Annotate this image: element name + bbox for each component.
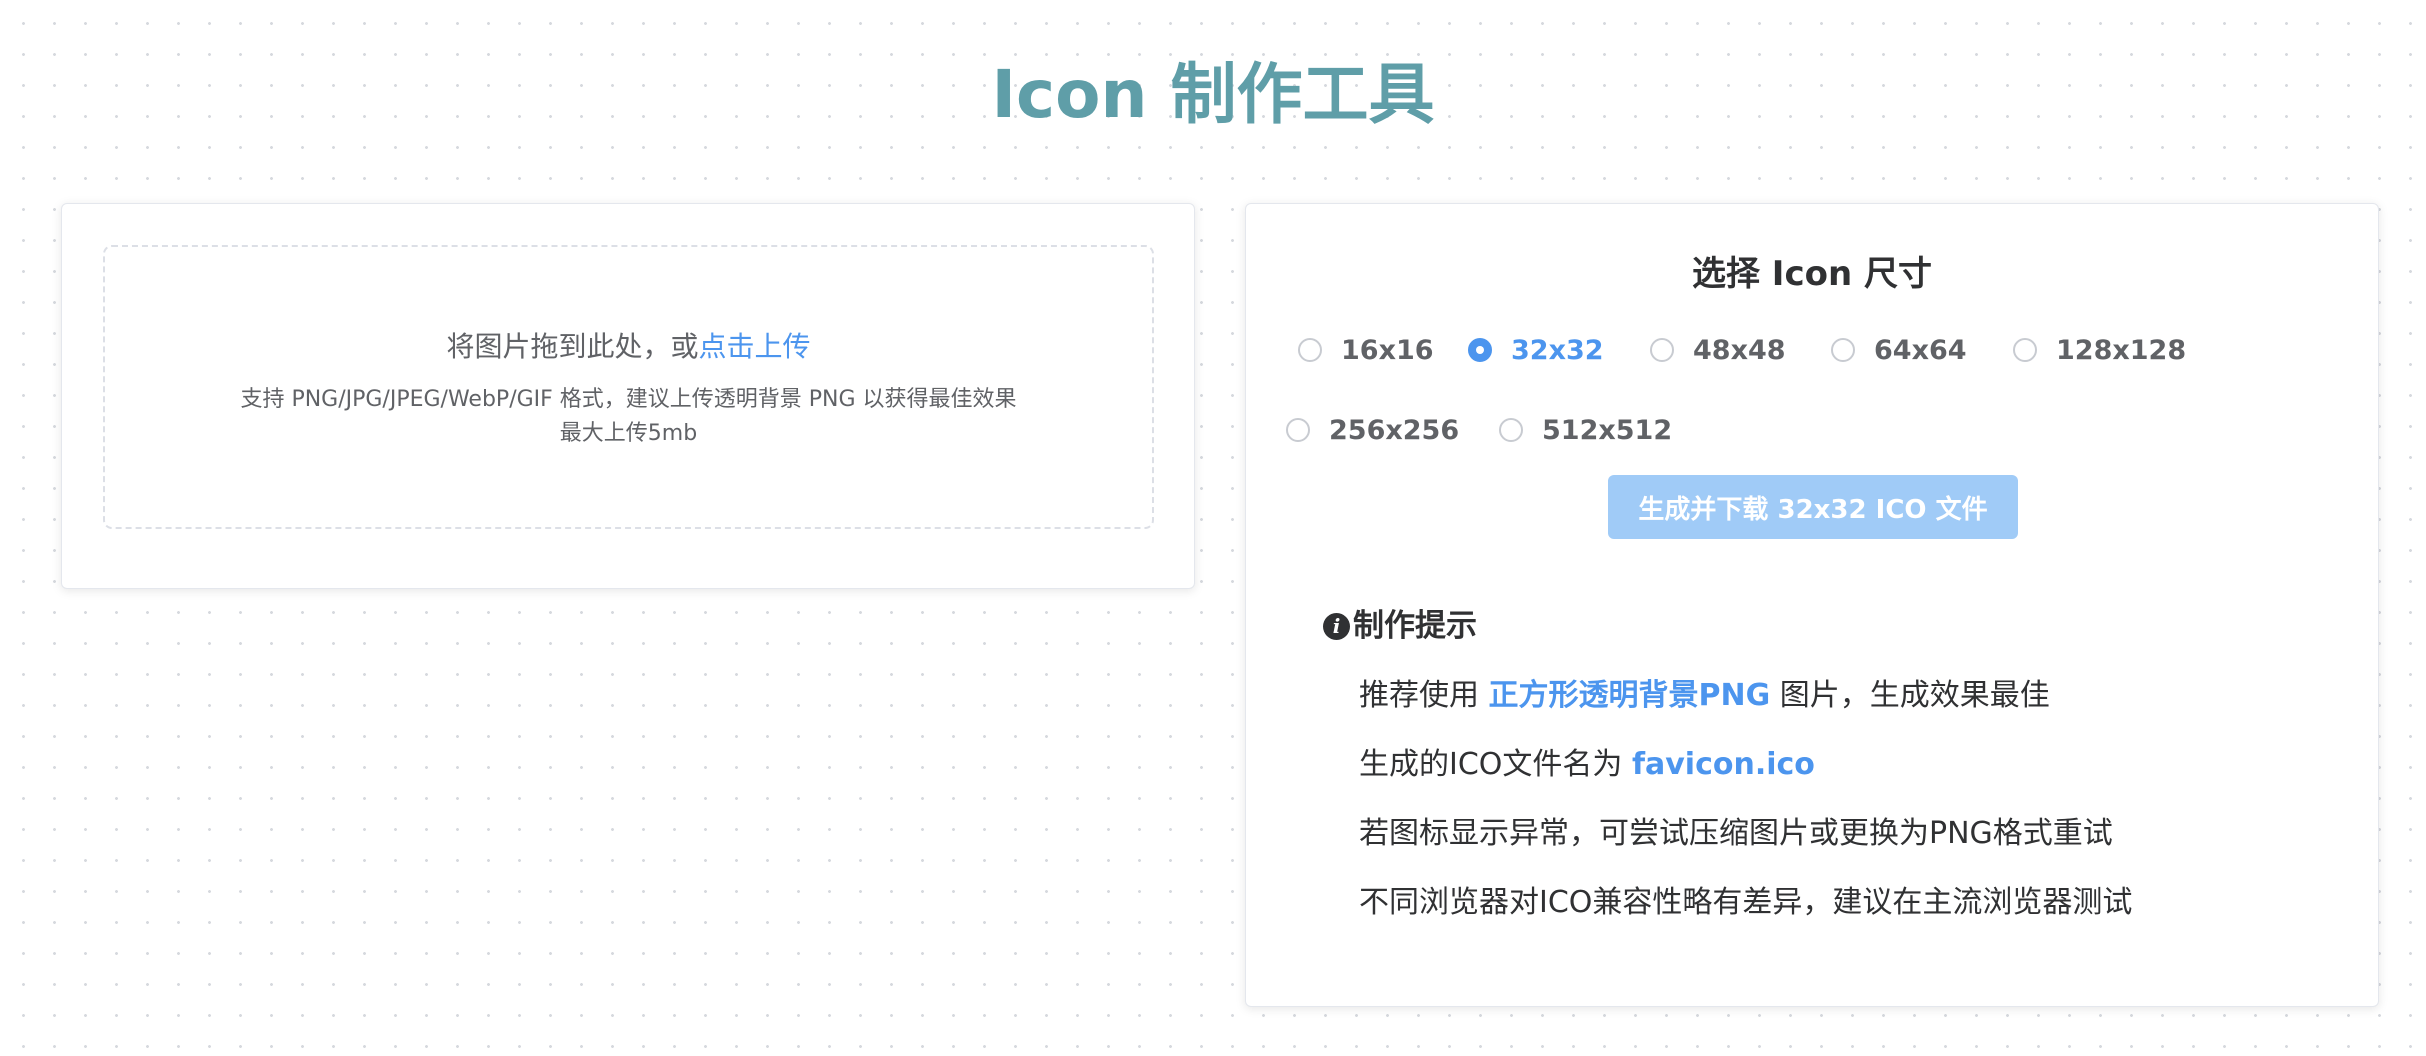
size-radio-128x128[interactable]: 128x128 xyxy=(2013,330,2186,370)
size-section-title: 选择 Icon 尺寸 xyxy=(1691,254,1933,294)
size-radio-512x512[interactable]: 512x512 xyxy=(1499,410,1672,450)
tip-text: 推荐使用 xyxy=(1359,678,1489,713)
size-radio-label: 256x256 xyxy=(1329,414,1460,446)
drop-instruction: 将图片拖到此处，或点击上传 xyxy=(105,327,1152,367)
size-radio-label: 128x128 xyxy=(2056,334,2187,366)
tip-item: 不同浏览器对ICO兼容性略有差异，建议在主流浏览器测试 xyxy=(1359,881,2132,925)
size-radio-label: 16x16 xyxy=(1341,334,1434,366)
radio-circle-icon xyxy=(1831,338,1855,362)
radio-circle-icon xyxy=(1286,418,1310,442)
upload-dropzone[interactable]: 将图片拖到此处，或点击上传 支持 PNG/JPG/JPEG/WebP/GIF 格… xyxy=(103,245,1154,529)
tips-title-text: 制作提示 xyxy=(1353,608,1477,644)
tip-item: 生成的ICO文件名为 favicon.ico xyxy=(1359,743,1815,787)
tip-text: 若图标显示异常，可尝试压缩图片或更换为PNG格式重试 xyxy=(1359,816,2113,851)
tip-item: 若图标显示异常，可尝试压缩图片或更换为PNG格式重试 xyxy=(1359,812,2113,856)
upload-size-hint: 最大上传5mb xyxy=(559,421,698,446)
upload-hint: 支持 PNG/JPG/JPEG/WebP/GIF 格式，建议上传透明背景 PNG… xyxy=(105,383,1152,451)
generate-download-button[interactable]: 生成并下载 32x32 ICO 文件 xyxy=(1608,475,2018,539)
size-radio-label: 64x64 xyxy=(1874,334,1967,366)
click-upload-link[interactable]: 点击上传 xyxy=(699,330,811,363)
tip-highlight: 正方形透明背景PNG xyxy=(1488,678,1771,713)
size-radio-32x32[interactable]: 32x32 xyxy=(1468,330,1604,370)
upload-format-hint: 支持 PNG/JPG/JPEG/WebP/GIF 格式，建议上传透明背景 PNG… xyxy=(240,387,1017,412)
drop-text: 将图片拖到此处，或 xyxy=(446,330,699,363)
radio-circle-icon xyxy=(2013,338,2037,362)
tip-text: 生成的ICO文件名为 xyxy=(1359,747,1632,782)
radio-circle-icon xyxy=(1298,338,1322,362)
tips-title: i 制作提示 xyxy=(1323,604,1477,648)
tip-text: 不同浏览器对ICO兼容性略有差异，建议在主流浏览器测试 xyxy=(1359,885,2133,920)
size-radio-256x256[interactable]: 256x256 xyxy=(1286,410,1459,450)
tip-item: 推荐使用 正方形透明背景PNG 图片，生成效果最佳 xyxy=(1359,674,2050,718)
info-circle-icon: i xyxy=(1323,612,1350,640)
size-radio-64x64[interactable]: 64x64 xyxy=(1831,330,1967,370)
tip-highlight: favicon.ico xyxy=(1631,747,1815,782)
size-radio-label: 48x48 xyxy=(1693,334,1786,366)
radio-circle-icon xyxy=(1468,338,1492,362)
size-radio-label: 512x512 xyxy=(1542,414,1673,446)
size-radio-16x16[interactable]: 16x16 xyxy=(1298,330,1434,370)
settings-card: 选择 Icon 尺寸 16x16 32x32 48x48 64x64 128x1… xyxy=(1245,203,2379,1007)
upload-card: 将图片拖到此处，或点击上传 支持 PNG/JPG/JPEG/WebP/GIF 格… xyxy=(61,203,1195,589)
radio-circle-icon xyxy=(1650,338,1674,362)
radio-circle-icon xyxy=(1499,418,1523,442)
size-radio-48x48[interactable]: 48x48 xyxy=(1650,330,1786,370)
tip-text: 图片，生成效果最佳 xyxy=(1770,678,2050,713)
page-title: Icon 制作工具 xyxy=(991,56,1435,133)
size-radio-label: 32x32 xyxy=(1511,334,1604,366)
